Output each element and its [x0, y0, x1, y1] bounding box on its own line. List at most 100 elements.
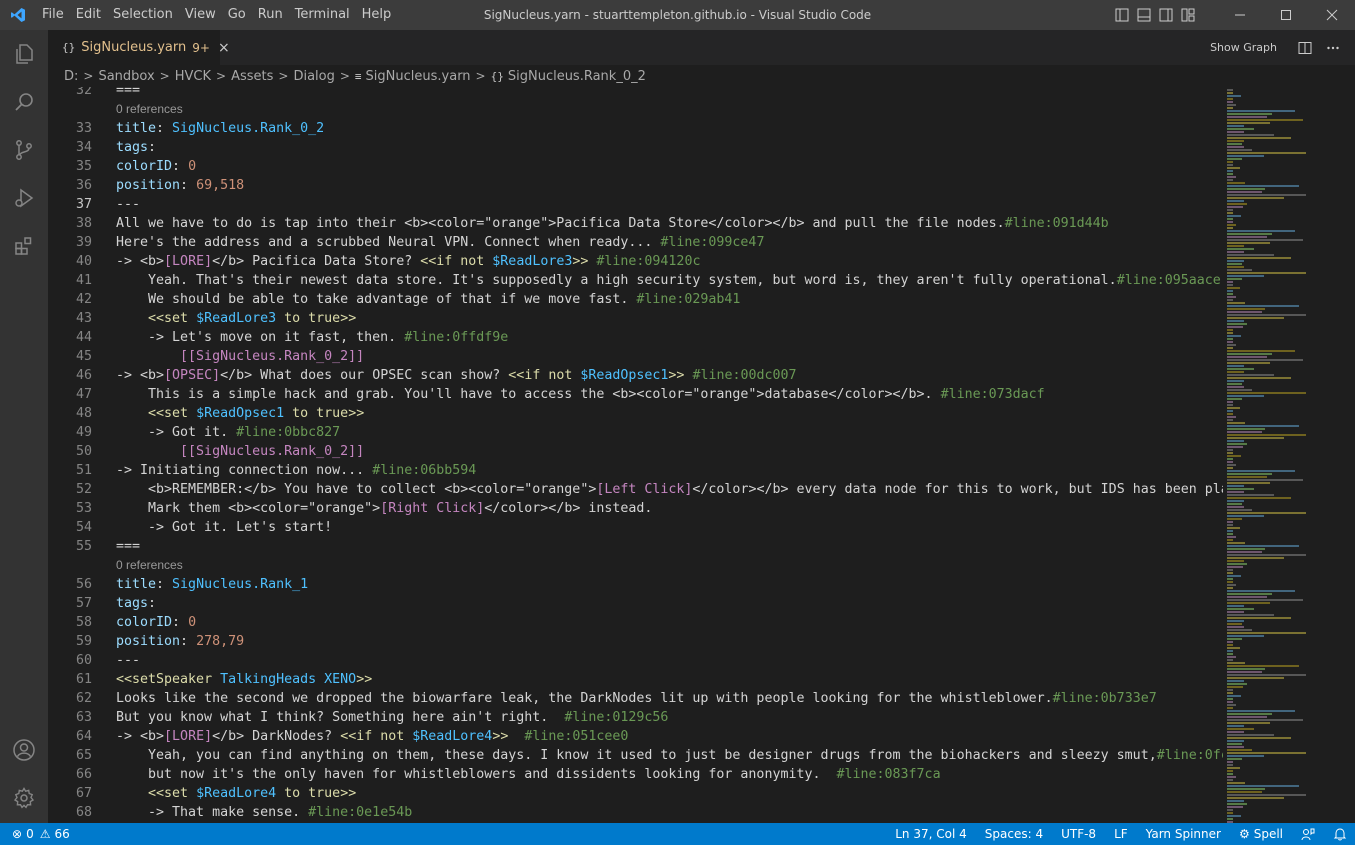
toggle-secondary-sidebar-icon[interactable] [1155, 0, 1177, 30]
breadcrumb-dialog[interactable]: Dialog [293, 69, 334, 84]
code-line: 37 --- [48, 195, 1223, 214]
chevron-right-icon: > [216, 69, 227, 83]
code-line: 35 colorID: 0 [48, 157, 1223, 176]
line-text: position: 69,518 [116, 178, 245, 193]
line-text: <<set $ReadLore3 to true>> [116, 311, 357, 326]
customize-layout-icon[interactable] [1177, 0, 1199, 30]
indentation[interactable]: Spaces: 4 [985, 827, 1043, 841]
extensions-icon[interactable] [0, 222, 48, 270]
line-number: 61 [75, 672, 92, 687]
spell-check-status[interactable]: ⚙ Spell [1239, 827, 1283, 841]
menu-terminal[interactable]: Terminal [289, 0, 356, 30]
breadcrumb-assets[interactable]: Assets [231, 69, 273, 84]
code-line: 55 === [48, 537, 1223, 556]
code-editor[interactable]: 32 === 0 references 33 title: SigNucleus.Ran… [48, 87, 1223, 823]
notifications-bell-icon[interactable] [1333, 827, 1347, 841]
line-text: <<set $ReadLore4 to true>> [116, 786, 357, 801]
line-text: title: SigNucleus.Rank_1 [116, 577, 309, 592]
tab-close-button[interactable]: × [218, 40, 230, 56]
code-line: 51 -> Initiating connection now... #line:… [48, 461, 1223, 480]
file-icon: {} [62, 41, 76, 54]
split-editor-icon[interactable] [1293, 36, 1317, 60]
menu-selection[interactable]: Selection [107, 0, 179, 30]
breadcrumb-sandbox[interactable]: Sandbox [98, 69, 154, 84]
run-debug-icon[interactable] [0, 174, 48, 222]
breadcrumb-file[interactable]: SigNucleus.yarn [366, 69, 471, 84]
chevron-right-icon: > [83, 69, 94, 83]
line-text: title: SigNucleus.Rank_0_2 [116, 121, 325, 136]
code-line: 47 This is a simple hack and grab. You'l… [48, 385, 1223, 404]
end-of-line[interactable]: LF [1114, 827, 1128, 841]
code-line: 52 <b>REMEMBER:</b> You have to collect … [48, 480, 1223, 499]
breadcrumb-node[interactable]: SigNucleus.Rank_0_2 [508, 69, 646, 84]
line-text: colorID: 0 [116, 159, 197, 174]
menu-run[interactable]: Run [252, 0, 289, 30]
maximize-icon[interactable] [1263, 0, 1309, 30]
code-line: 67 <<set $ReadLore4 to true>> [48, 784, 1223, 803]
menu-edit[interactable]: Edit [70, 0, 107, 30]
gear-icon: ⚙ [1238, 827, 1250, 841]
line-text: [[SigNucleus.Rank_0_2]] [116, 349, 365, 364]
line-text: Yeah. That's their newest data store. It… [116, 273, 1221, 288]
close-window-icon[interactable] [1309, 0, 1355, 30]
line-number: 48 [75, 406, 92, 421]
cursor-position[interactable]: Ln 37, Col 4 [895, 827, 967, 841]
warning-icon: ⚠ [39, 827, 51, 841]
line-number: 37 [75, 197, 92, 212]
chevron-right-icon: > [475, 69, 486, 83]
codelens-references[interactable]: 0 references [48, 556, 1223, 575]
line-text: Here's the address and a scrubbed Neural… [116, 235, 765, 250]
code-line: 39 Here's the address and a scrubbed Neur… [48, 233, 1223, 252]
minimap[interactable] [1223, 87, 1341, 823]
code-line: 61 <<setSpeaker TalkingHeads XENO>> [48, 670, 1223, 689]
feedback-icon[interactable] [1301, 827, 1315, 841]
code-line: 57 tags: [48, 594, 1223, 613]
vertical-scrollbar[interactable] [1341, 87, 1355, 823]
line-text: But you know what I think? Something her… [116, 710, 669, 725]
toggle-panel-icon[interactable] [1133, 0, 1155, 30]
problems-status[interactable]: ⊗ 0 ⚠ 66 [12, 827, 70, 841]
line-text: This is a simple hack and grab. You'll h… [116, 387, 1045, 402]
line-number: 44 [75, 330, 92, 345]
code-line: 62 Looks like the second we dropped the b… [48, 689, 1223, 708]
minimize-icon[interactable] [1217, 0, 1263, 30]
code-line: 42 We should be able to take advantage o… [48, 290, 1223, 309]
line-number: 43 [75, 311, 92, 326]
explorer-icon[interactable] [0, 30, 48, 78]
line-text: [[SigNucleus.Rank_0_2]] [116, 444, 365, 459]
menu-bar: File Edit Selection View Go Run Terminal… [36, 0, 397, 30]
title-bar: File Edit Selection View Go Run Terminal… [0, 0, 1355, 30]
toggle-sidebar-icon[interactable] [1111, 0, 1133, 30]
encoding[interactable]: UTF-8 [1061, 827, 1096, 841]
tab-signucleus-yarn[interactable]: {} SigNucleus.yarn 9+ × [48, 30, 230, 65]
codelens-references[interactable]: 0 references [48, 100, 1223, 119]
code-line: 44 -> Let's move on it fast, then. #line… [48, 328, 1223, 347]
more-actions-icon[interactable] [1321, 36, 1345, 60]
code-line: 36 position: 69,518 [48, 176, 1223, 195]
menu-file[interactable]: File [36, 0, 70, 30]
settings-gear-icon[interactable] [0, 774, 48, 822]
breadcrumb-hvck[interactable]: HVCK [175, 69, 211, 84]
status-bar: ⊗ 0 ⚠ 66 Ln 37, Col 4 Spaces: 4 UTF-8 LF… [0, 823, 1355, 845]
code-line: 68 -> That make sense. #line:0e1e54b [48, 803, 1223, 822]
line-text: tags: [116, 140, 157, 155]
breadcrumb-drive[interactable]: D: [64, 69, 78, 84]
menu-view[interactable]: View [179, 0, 222, 30]
code-line: 53 Mark them <b><color="orange">[Right C… [48, 499, 1223, 518]
language-mode[interactable]: Yarn Spinner [1146, 827, 1221, 841]
menu-help[interactable]: Help [356, 0, 398, 30]
account-icon[interactable] [0, 726, 48, 774]
line-number: 42 [75, 292, 92, 307]
source-control-icon[interactable] [0, 126, 48, 174]
line-number: 56 [75, 577, 92, 592]
show-graph-button[interactable]: Show Graph [1210, 41, 1277, 54]
line-text: -> <b>[OPSEC]</b> What does our OPSEC sc… [116, 368, 797, 383]
line-text: All we have to do is tap into their <b><… [116, 216, 1109, 231]
line-text: -> Initiating connection now... #line:06… [116, 463, 477, 478]
code-line: 59 position: 278,79 [48, 632, 1223, 651]
search-icon[interactable] [0, 78, 48, 126]
line-number: 59 [75, 634, 92, 649]
line-text: === [116, 539, 141, 554]
line-text: -> <b>[LORE]</b> Pacifica Data Store? <<… [116, 254, 701, 269]
menu-go[interactable]: Go [222, 0, 252, 30]
